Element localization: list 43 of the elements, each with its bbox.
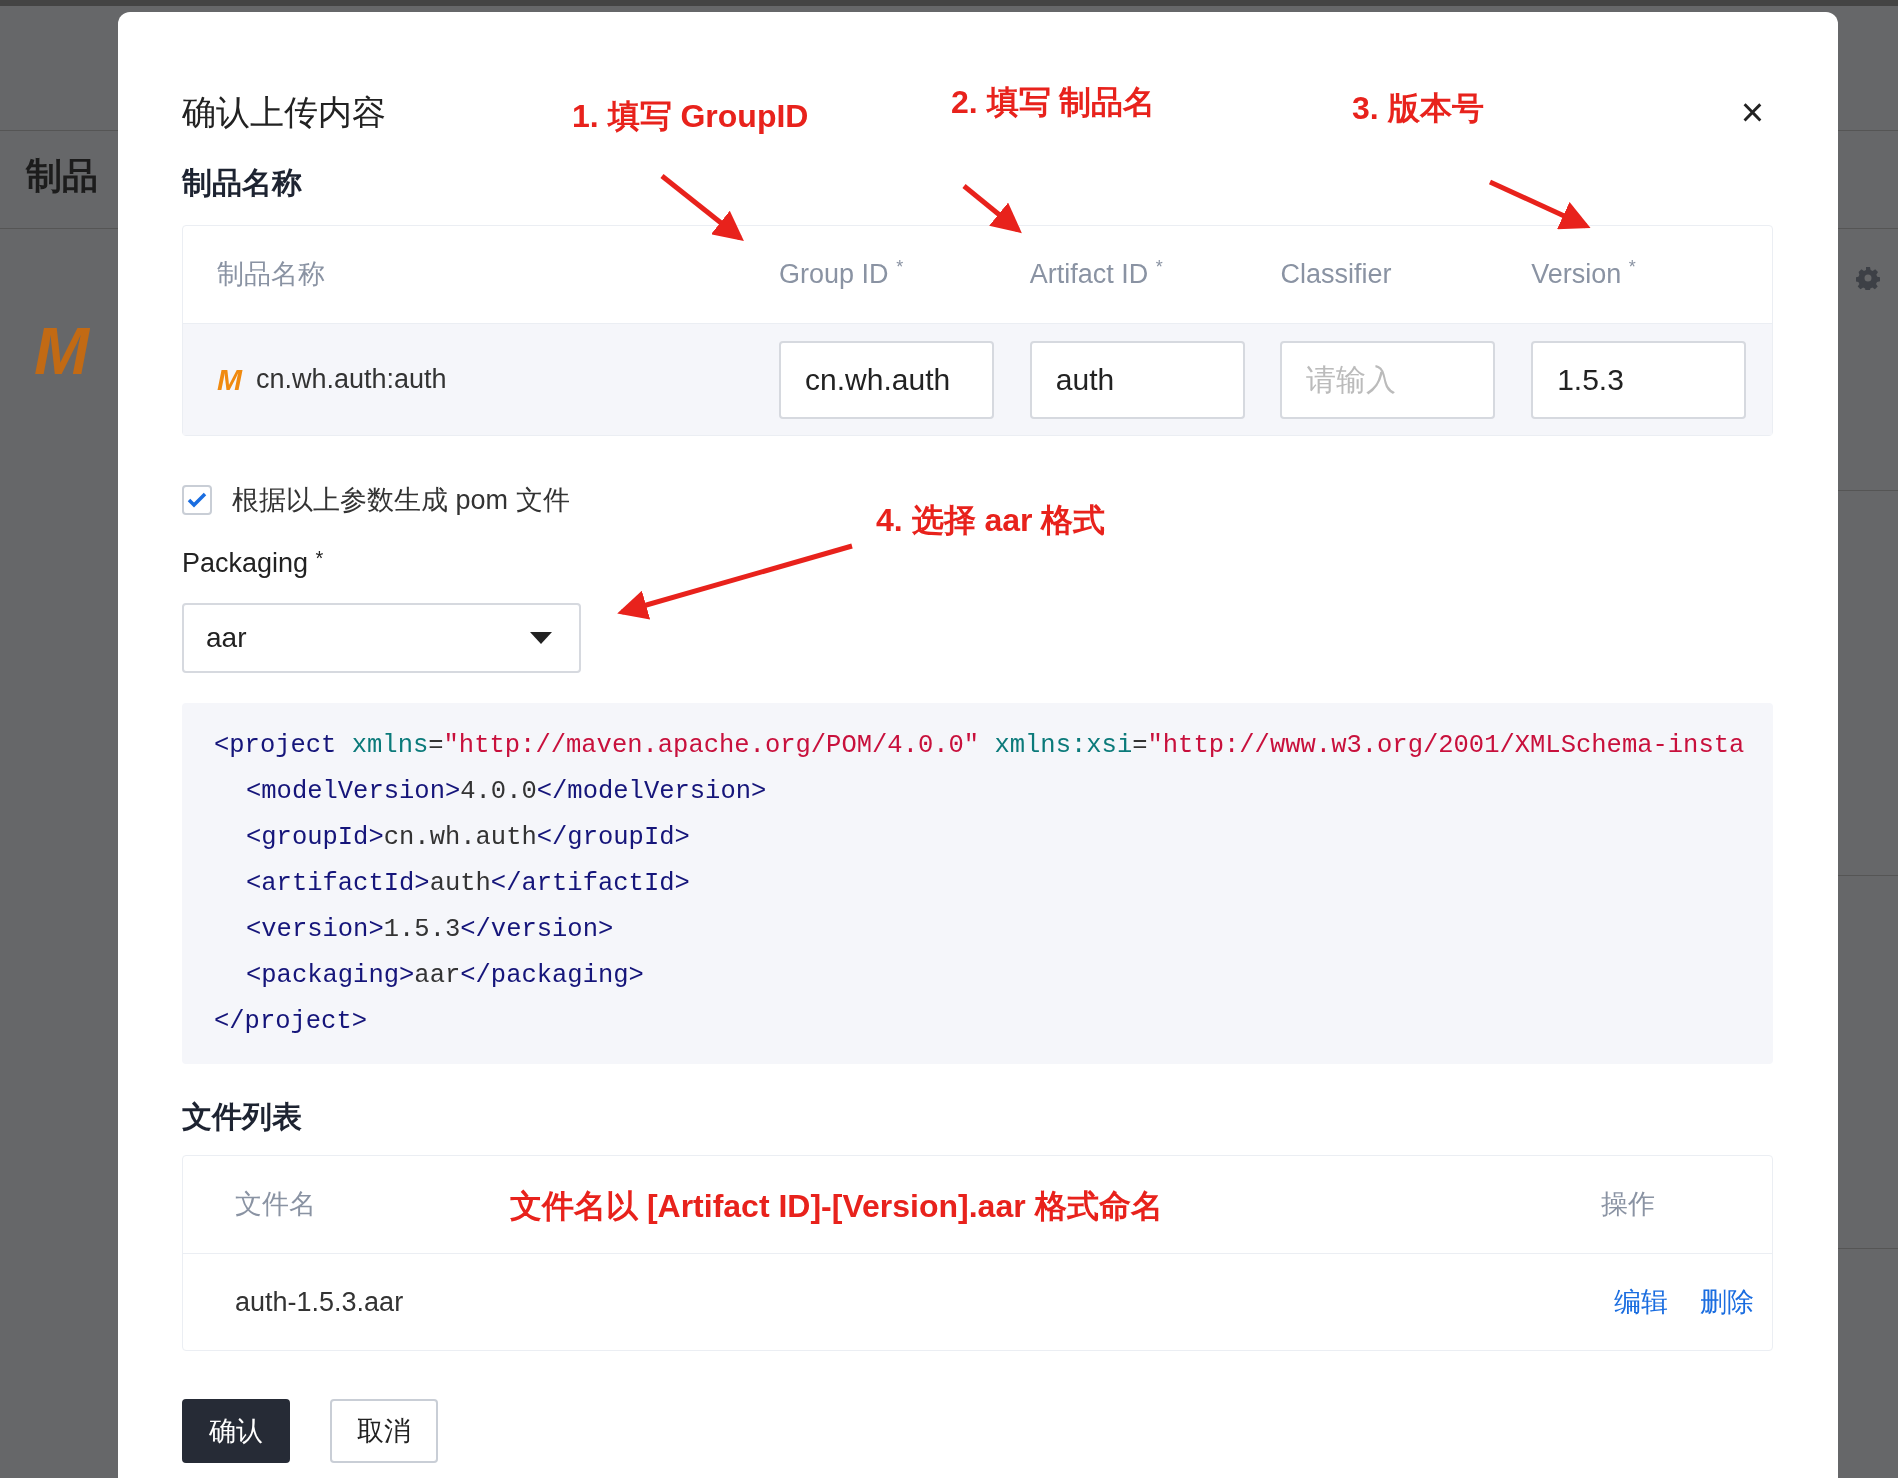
column-header: 制品名称 [217, 259, 325, 290]
caret-icon [529, 631, 553, 645]
arrow [962, 184, 1022, 234]
column-header: Classifier [1280, 259, 1392, 290]
checkbox-label: 根据以上参数生成 pom 文件 [232, 484, 570, 517]
column-header: Artifact ID * [1029, 259, 1163, 290]
section-title: 制品名称 [182, 166, 302, 199]
page-heading: 制品 [26, 158, 98, 194]
cancel-button[interactable]: 取消 [330, 1399, 438, 1463]
code-line: <artifactId>auth</artifactId> [245, 868, 691, 900]
field-label: Packaging * [182, 547, 324, 578]
annotation-text: 4. 选择 aar 格式 [876, 504, 1106, 536]
maven-logo: M [34, 318, 89, 384]
section-title: 文件列表 [182, 1100, 302, 1133]
column-header: 操作 [1601, 1188, 1655, 1222]
input-field[interactable]: 1.5.3 [1531, 340, 1747, 419]
code-line: <packaging>aar</packaging> [245, 960, 645, 992]
input-field[interactable]: cn.wh.auth [779, 340, 995, 419]
code-line: <version>1.5.3</version> [245, 914, 615, 946]
dialog-title: 确认上传内容 [182, 91, 386, 133]
artifact-name: cn.wh.auth:auth [256, 363, 447, 397]
packaging-select[interactable]: aar [182, 603, 581, 673]
file-name: auth-1.5.3.aar [235, 1285, 404, 1319]
action-link[interactable]: 删除 [1700, 1281, 1754, 1323]
code-line: <project xmlns="http://maven.apache.org/POM/4.0.0" xmlns:xsi="http://www.w3.org/2001/XMLSchema-insta [214, 730, 1746, 762]
checkbox[interactable] [182, 485, 212, 516]
annotation-text: 2. 填写 制品名 [951, 86, 1156, 118]
confirm-button[interactable]: 确认 [182, 1399, 290, 1463]
input-field[interactable]: auth [1029, 340, 1245, 419]
column-header: Version * [1531, 259, 1636, 290]
close-button[interactable]: × [1740, 92, 1764, 132]
code-line: <groupId>cn.wh.auth</groupId> [245, 822, 691, 854]
annotation-text: 文件名以 [Artifact ID]-[Version].aar 格式命名 [510, 1190, 1163, 1222]
annotation-text: 3. 版本号 [1352, 92, 1484, 124]
column-header: 文件名 [235, 1188, 316, 1222]
code-line: </project> [214, 1006, 369, 1038]
code-line: <modelVersion>4.0.0</modelVersion> [245, 776, 768, 808]
gear-icon [1856, 266, 1880, 290]
action-link[interactable]: 编辑 [1614, 1281, 1668, 1323]
annotation-text: 1. 填写 GroupID [572, 100, 809, 132]
input-field[interactable]: 请输入 [1280, 340, 1496, 419]
maven-logo: M [217, 364, 242, 395]
column-header: Group ID * [779, 259, 904, 290]
